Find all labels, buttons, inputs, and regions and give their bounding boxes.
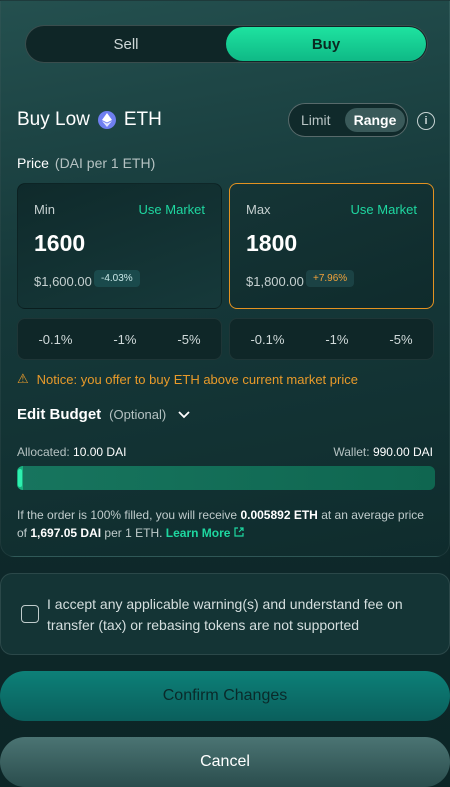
token-symbol: ETH	[123, 109, 162, 130]
max-use-market-link[interactable]: Use Market	[351, 202, 417, 217]
price-unit: (DAI per 1 ETH)	[54, 155, 156, 171]
eth-icon	[97, 111, 116, 129]
min-label: Min	[34, 202, 55, 217]
allocated-value: 10.00 DAI	[73, 445, 127, 459]
min-pct-button[interactable]: -5%	[177, 332, 200, 347]
warning-icon: ⚠	[17, 371, 29, 386]
edit-budget-toggle[interactable]: Edit Budget (Optional)	[17, 406, 190, 423]
budget-slider[interactable]	[17, 466, 435, 490]
notice-text: Notice: you offer to buy ETH above curre…	[36, 371, 358, 387]
market-notice: ⚠ Notice: you offer to buy ETH above cur…	[17, 371, 358, 387]
accept-checkbox[interactable]	[21, 605, 39, 623]
limit-range-toggle: Limit Range	[288, 103, 408, 137]
buy-tab[interactable]: Buy	[226, 27, 426, 61]
wallet-balance: Wallet: 990.00 DAI	[333, 445, 433, 459]
external-link-icon	[234, 527, 244, 537]
fill-avg-price: 1,697.05 DAI	[30, 526, 102, 540]
fill-summary: If the order is 100% filled, you will re…	[17, 506, 427, 542]
allocated-label: Allocated:	[17, 445, 70, 459]
min-pct-button[interactable]: -1%	[113, 332, 136, 347]
budget-slider-handle[interactable]	[18, 469, 22, 487]
cancel-button[interactable]: Cancel	[0, 737, 450, 787]
accept-text: I accept any applicable warning(s) and u…	[47, 596, 403, 633]
confirm-changes-button[interactable]: Confirm Changes	[0, 671, 450, 721]
price-title: Price	[17, 155, 49, 171]
price-label: Price (DAI per 1 ETH)	[17, 155, 155, 171]
min-percent-buttons: -0.1% -1% -5%	[17, 318, 222, 360]
max-label: Max	[246, 202, 271, 217]
max-percent-buttons: -0.1% -1% -5%	[229, 318, 434, 360]
learn-more-link[interactable]: Learn More	[166, 526, 244, 540]
max-pct-badge: +7.96%	[306, 270, 355, 287]
max-pct-button[interactable]: -5%	[389, 332, 412, 347]
min-price-card[interactable]: Min Use Market 1600 $1,600.00 -4.03%	[17, 183, 222, 309]
min-use-market-link[interactable]: Use Market	[139, 202, 205, 217]
max-usd-value: $1,800.00	[246, 274, 304, 289]
allocated-amount: Allocated: 10.00 DAI	[17, 445, 126, 459]
heading-prefix: Buy Low	[17, 109, 90, 130]
fill-text-3: per 1 ETH.	[104, 526, 163, 540]
fill-text-1: If the order is 100% filled, you will re…	[17, 508, 238, 522]
learn-more-label: Learn More	[165, 526, 231, 540]
sell-tab[interactable]: Sell	[26, 26, 226, 62]
min-pct-button[interactable]: -0.1%	[38, 332, 72, 347]
accept-warnings-box: I accept any applicable warning(s) and u…	[0, 573, 450, 655]
budget-title: Edit Budget	[17, 406, 102, 423]
max-pct-button[interactable]: -0.1%	[250, 332, 284, 347]
wallet-value: 990.00 DAI	[372, 445, 433, 459]
info-icon[interactable]: i	[417, 112, 435, 130]
max-pct-button[interactable]: -1%	[325, 332, 348, 347]
budget-optional: (Optional)	[109, 407, 167, 422]
min-price-input[interactable]: 1600	[34, 230, 85, 257]
order-heading: Buy Low ETH	[17, 109, 162, 131]
chevron-down-icon	[178, 408, 190, 422]
fill-amount: 0.005892 ETH	[240, 508, 318, 522]
order-panel: Sell Buy Buy Low ETH Limit Range i Price…	[0, 0, 450, 557]
min-pct-badge: -4.03%	[94, 270, 140, 287]
sell-buy-toggle: Sell Buy	[25, 25, 428, 63]
range-tab[interactable]: Range	[345, 108, 405, 132]
wallet-label: Wallet:	[333, 445, 370, 459]
min-usd-value: $1,600.00	[34, 274, 92, 289]
max-price-input[interactable]: 1800	[246, 230, 297, 257]
limit-tab[interactable]: Limit	[301, 112, 331, 128]
max-price-card[interactable]: Max Use Market 1800 $1,800.00 +7.96%	[229, 183, 434, 309]
